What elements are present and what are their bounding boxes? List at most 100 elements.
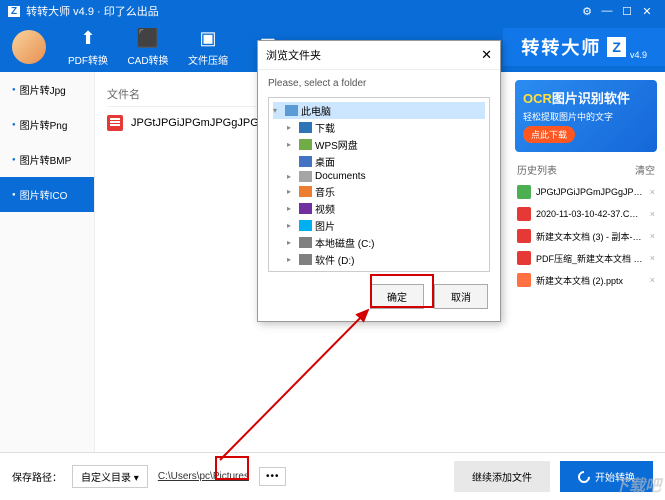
sidebar-item-3[interactable]: ● 图片转ICO bbox=[0, 177, 94, 212]
tree-node[interactable]: ▸ Documents bbox=[273, 170, 485, 183]
brand-panel: 转转大师 Z v4.9 bbox=[503, 28, 665, 66]
toolbar-icon: ⬆ bbox=[58, 28, 118, 50]
toolbar-button-0[interactable]: ⬆ PDF转换 bbox=[58, 28, 118, 67]
expand-icon[interactable]: ▸ bbox=[287, 221, 296, 230]
brand-version: v4.9 bbox=[630, 50, 647, 60]
tree-node[interactable]: ▸音乐 bbox=[273, 183, 485, 200]
tree-node-label: Documents bbox=[315, 171, 366, 182]
history-item-remove[interactable]: × bbox=[650, 209, 655, 219]
brand-badge: Z bbox=[607, 37, 626, 57]
save-path-label: 保存路径： bbox=[12, 469, 62, 484]
toolbar-icon: ⬛ bbox=[118, 28, 178, 50]
file-type-icon bbox=[107, 115, 123, 131]
dialog-subtitle: Please, select a folder bbox=[258, 70, 500, 97]
promo-card[interactable]: OCR图片识别软件 轻松提取图片中的文字 点此下载 bbox=[515, 80, 657, 152]
app-title: 转转大师 v4.9 · 印了么出品 bbox=[26, 3, 577, 19]
brand-name: 转转大师 bbox=[521, 34, 601, 60]
tree-node[interactable]: ▸图片 bbox=[273, 217, 485, 234]
history-title: 历史列表 bbox=[517, 162, 557, 177]
dialog-cancel-button[interactable]: 取消 bbox=[434, 284, 488, 309]
history-item-name: PDF压缩_新建文本文档 (3) - 副… bbox=[536, 252, 645, 265]
save-mode-select[interactable]: 自定义目录 ▾ bbox=[72, 465, 148, 488]
expand-icon[interactable]: ▸ bbox=[287, 172, 296, 181]
history-item-name: JPGtJPGiJPGmJPGgJPG_1(1).jpg bbox=[536, 187, 645, 197]
minimize-button[interactable]: — bbox=[597, 5, 617, 17]
folder-icon bbox=[299, 220, 312, 231]
expand-icon[interactable]: ▸ bbox=[287, 187, 296, 196]
expand-icon[interactable]: ▾ bbox=[273, 106, 282, 115]
dialog-title: 浏览文件夹 bbox=[266, 47, 321, 63]
history-item-remove[interactable]: × bbox=[650, 275, 655, 285]
refresh-icon bbox=[576, 468, 593, 485]
folder-icon bbox=[299, 186, 312, 197]
bullet-icon: ● bbox=[12, 122, 16, 128]
file-icon bbox=[517, 185, 531, 199]
history-item-remove[interactable]: × bbox=[650, 187, 655, 197]
expand-icon[interactable]: ▸ bbox=[287, 204, 296, 213]
history-item[interactable]: PDF压缩_新建文本文档 (3) - 副… × bbox=[515, 247, 657, 269]
toolbar-label: PDF转换 bbox=[58, 52, 118, 67]
folder-icon bbox=[299, 139, 312, 150]
folder-tree[interactable]: ▾ 此电脑 ▸ 下载▸WPS网盘桌面 ▸ Documents▸音乐▸视频▸图片▸本地磁盘 … bbox=[268, 97, 490, 272]
tree-node-label: 下载 bbox=[315, 120, 335, 135]
file-icon bbox=[517, 251, 531, 265]
save-path-link[interactable]: C:\Users\pc\Pictures bbox=[158, 471, 249, 482]
bullet-icon: ● bbox=[12, 192, 16, 198]
history-item[interactable]: JPGtJPGiJPGmJPGgJPG_1(1).jpg × bbox=[515, 181, 657, 203]
folder-icon bbox=[299, 254, 312, 265]
tree-node[interactable]: ▸本地磁盘 (C:) bbox=[273, 234, 485, 251]
dialog-ok-button[interactable]: 确定 bbox=[370, 284, 424, 309]
toolbar-icon: ▣ bbox=[178, 28, 238, 50]
tree-node[interactable]: ▸视频 bbox=[273, 200, 485, 217]
history-clear[interactable]: 清空 bbox=[635, 162, 655, 177]
history-item-name: 2020-11-03-10-42-37.CUT.00… bbox=[536, 209, 645, 219]
tree-node-label: 桌面 bbox=[315, 154, 335, 169]
titlebar: Z 转转大师 v4.9 · 印了么出品 ⚙ — ☐ ✕ bbox=[0, 0, 665, 22]
sidebar-item-label: 图片转Png bbox=[20, 117, 68, 132]
watermark: 下载吧 bbox=[613, 472, 661, 496]
tree-node[interactable]: ▸软件 (D:) bbox=[273, 251, 485, 268]
sidebar-item-0[interactable]: ● 图片转Jpg bbox=[0, 72, 94, 107]
history-item-remove[interactable]: × bbox=[650, 231, 655, 241]
folder-icon bbox=[299, 122, 312, 133]
tree-node[interactable]: ▾ 此电脑 bbox=[273, 102, 485, 119]
sidebar-item-label: 图片转Jpg bbox=[20, 82, 66, 97]
sidebar-item-2[interactable]: ●图片转BMP bbox=[0, 142, 94, 177]
right-panel: OCR图片识别软件 轻松提取图片中的文字 点此下载 历史列表 清空 JPGtJP… bbox=[507, 72, 665, 452]
dialog-close-button[interactable]: ✕ bbox=[481, 47, 492, 63]
tree-node-label: 此电脑 bbox=[301, 103, 331, 118]
browse-folder-dialog: 浏览文件夹 ✕ Please, select a folder ▾此电脑▸下载▸… bbox=[257, 40, 501, 322]
expand-icon[interactable]: ▸ bbox=[287, 140, 296, 149]
settings-icon[interactable]: ⚙ bbox=[577, 5, 597, 18]
expand-icon[interactable]: ▸ bbox=[287, 238, 296, 247]
folder-icon bbox=[285, 105, 298, 116]
sidebar-item-label: 图片转ICO bbox=[20, 187, 68, 202]
folder-icon bbox=[299, 203, 312, 214]
avatar[interactable] bbox=[12, 30, 46, 64]
tree-node[interactable]: ▸ 下载 bbox=[273, 119, 485, 136]
close-button[interactable]: ✕ bbox=[637, 5, 657, 18]
toolbar-button-2[interactable]: ▣ 文件压缩 bbox=[178, 28, 238, 67]
history-item-name: 新建文本文档 (2).pptx bbox=[536, 274, 645, 287]
bullet-icon: ● bbox=[12, 87, 16, 93]
sidebar-item-label: 图片转BMP bbox=[20, 152, 72, 167]
app-logo: Z bbox=[8, 6, 20, 17]
continue-add-button[interactable]: 继续添加文件 bbox=[454, 461, 550, 492]
history-item[interactable]: 2020-11-03-10-42-37.CUT.00… × bbox=[515, 203, 657, 225]
history-item[interactable]: 新建文本文档 (2).pptx × bbox=[515, 269, 657, 291]
expand-icon[interactable]: ▸ bbox=[287, 255, 296, 264]
file-icon bbox=[517, 229, 531, 243]
expand-icon[interactable]: ▸ bbox=[287, 123, 296, 132]
toolbar-label: 文件压缩 bbox=[178, 52, 238, 67]
history-item[interactable]: 新建文本文档 (3) - 副本-002-00… × bbox=[515, 225, 657, 247]
promo-download-button[interactable]: 点此下载 bbox=[523, 126, 575, 143]
footer: 保存路径： 自定义目录 ▾ C:\Users\pc\Pictures ••• 继… bbox=[0, 452, 665, 500]
sidebar-item-1[interactable]: ● 图片转Png bbox=[0, 107, 94, 142]
toolbar-button-1[interactable]: ⬛CAD转换 bbox=[118, 28, 178, 67]
tree-node[interactable]: ▸WPS网盘 bbox=[273, 136, 485, 153]
browse-path-button[interactable]: ••• bbox=[259, 467, 287, 486]
tree-node[interactable]: 桌面 bbox=[273, 153, 485, 170]
history-item-name: 新建文本文档 (3) - 副本-002-00… bbox=[536, 230, 645, 243]
maximize-button[interactable]: ☐ bbox=[617, 5, 637, 18]
history-item-remove[interactable]: × bbox=[650, 253, 655, 263]
